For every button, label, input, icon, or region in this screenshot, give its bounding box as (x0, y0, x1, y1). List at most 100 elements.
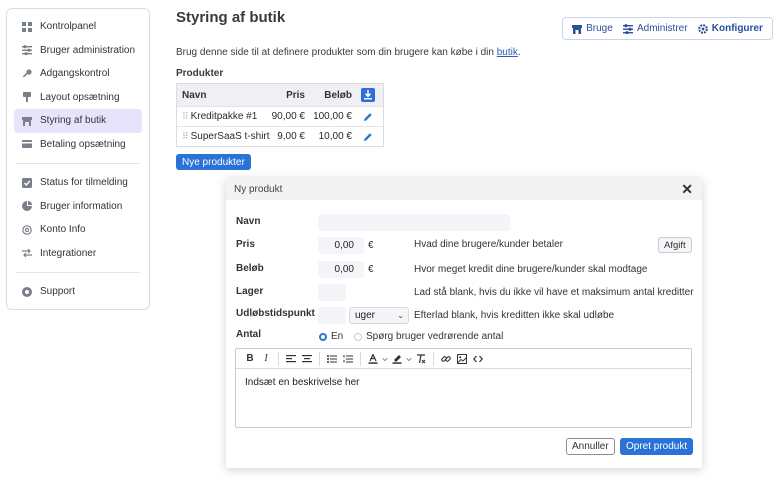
description-input[interactable]: Indsæt en beskrivelse her (236, 369, 691, 396)
manage-button[interactable]: Administrer (622, 23, 688, 34)
quantity-radio-one[interactable]: En (319, 331, 343, 342)
sidebar-item-integrationer[interactable]: Integrationer (14, 242, 142, 266)
drag-handle-icon[interactable]: ⠿ (182, 111, 189, 122)
download-icon (363, 90, 372, 100)
expiry-help: Efterlad blank, hvis kreditten ikke skal… (414, 310, 615, 321)
edit-button[interactable] (352, 132, 383, 142)
chevron-down-icon[interactable] (381, 351, 389, 367)
highlight-icon[interactable] (389, 351, 405, 367)
sidebar-divider (16, 272, 140, 273)
shop-link[interactable]: butik (497, 47, 518, 58)
price-field[interactable]: 0,00 (318, 237, 364, 254)
close-icon[interactable]: ✕ (681, 181, 693, 198)
code-icon[interactable] (470, 351, 486, 367)
pencil-icon (363, 132, 372, 141)
intro-text-body: Brug denne side til at definere produkte… (176, 47, 497, 58)
download-button[interactable] (360, 88, 375, 102)
products-heading: Produkter (176, 68, 224, 79)
column-header-name: Navn (182, 89, 207, 101)
sidebar-item-label: Integrationer (40, 247, 97, 259)
image-icon[interactable] (454, 351, 470, 367)
sidebar-item-label: Konto Info (40, 224, 86, 236)
sliders-icon (22, 45, 32, 56)
configure-button-label: Konfigurer (711, 23, 763, 34)
name-field[interactable] (318, 214, 510, 231)
bullet-list-icon[interactable] (324, 351, 340, 367)
product-amount: 10,00 € (318, 131, 352, 142)
product-name: Kreditpakke #1 (190, 111, 258, 122)
cancel-button[interactable]: Annuller (566, 438, 615, 455)
table-header: Navn Pris Beløb (177, 84, 383, 106)
use-button-label: Bruge (586, 23, 613, 34)
expiry-field[interactable] (318, 307, 346, 324)
product-amount: 100,00 € (313, 111, 352, 122)
radio-label: Spørg bruger vedrørende antal (366, 331, 504, 342)
brush-icon (22, 92, 32, 103)
sidebar-item-adgangskontrol[interactable]: Adgangskontrol (14, 62, 142, 86)
numbered-list-icon[interactable] (340, 351, 356, 367)
amount-help: Hvor meget kredit dine brugere/kunder sk… (414, 264, 648, 275)
create-product-button[interactable]: Opret produkt (620, 438, 694, 455)
sidebar-item-support[interactable]: Support (14, 280, 142, 304)
text-color-icon[interactable] (365, 351, 381, 367)
table-row: ⠿ Kreditpakke #1 90,00 € 100,00 € (177, 106, 383, 126)
sidebar-item-status[interactable]: Status for tilmelding (14, 171, 142, 195)
expiry-label: Udløbstidspunkt (236, 308, 315, 319)
name-label: Navn (236, 216, 261, 227)
align-center-icon[interactable] (299, 351, 315, 367)
at-icon (22, 224, 32, 235)
bold-icon[interactable]: B (242, 351, 258, 367)
chevron-down-icon: ⌄ (397, 311, 404, 320)
stock-label: Lager (236, 286, 264, 297)
intro-text-tail: . (517, 47, 521, 58)
intro-text: Brug denne side til at definere produkte… (176, 47, 521, 58)
sidebar-item-konto-info[interactable]: Konto Info (14, 218, 142, 242)
use-button[interactable]: Bruge (572, 23, 613, 34)
sidebar-item-label: Styring af butik (40, 115, 107, 127)
products-table: Navn Pris Beløb ⠿ Kreditpakke #1 90,00 € … (176, 83, 384, 147)
description-editor: B I Indsæt en beskrivelse her (235, 348, 692, 428)
sidebar-item-label: Layout opsætning (40, 91, 120, 103)
product-price: 90,00 € (271, 111, 305, 122)
modal-header: Ny produkt ✕ (226, 178, 702, 200)
page-title: Styring af butik (176, 9, 286, 26)
sidebar-item-kontrolpanel[interactable]: Kontrolpanel (14, 15, 142, 39)
header-button-group: Bruge Administrer Konfigurer (562, 17, 773, 40)
sidebar-item-bruger-information[interactable]: Bruger information (14, 195, 142, 219)
help-icon (22, 286, 32, 297)
price-help: Hvad dine brugere/kunder betaler (414, 239, 563, 250)
amount-unit: € (368, 264, 374, 275)
clear-format-icon[interactable] (413, 351, 429, 367)
product-name: SuperSaaS t-shirt (190, 131, 270, 142)
new-products-button[interactable]: Nye produkter (176, 154, 251, 170)
sidebar-item-label: Status for tilmelding (40, 177, 128, 189)
arrows-icon (22, 248, 32, 258)
edit-button[interactable] (352, 112, 383, 122)
modal-title: Ny produkt (234, 183, 283, 195)
italic-icon[interactable]: I (258, 351, 274, 367)
sidebar-item-label: Adgangskontrol (40, 68, 110, 80)
pie-chart-icon (22, 201, 32, 212)
checkbox-icon (22, 177, 32, 188)
align-left-icon[interactable] (283, 351, 299, 367)
tax-button[interactable]: Afgift (658, 237, 692, 253)
amount-field[interactable]: 0,00 (318, 261, 364, 278)
expiry-unit-select[interactable]: uger ⌄ (349, 307, 409, 324)
sidebar-item-label: Support (40, 286, 76, 298)
key-icon (22, 69, 32, 79)
sidebar-item-layout[interactable]: Layout opsætning (14, 86, 142, 110)
sidebar-item-styring-af-butik[interactable]: Styring af butik (14, 109, 142, 133)
column-header-amount: Beløb (324, 89, 352, 101)
link-icon[interactable] (438, 351, 454, 367)
drag-handle-icon[interactable]: ⠿ (182, 131, 189, 142)
stock-field[interactable] (318, 284, 346, 301)
configure-button[interactable]: Konfigurer (697, 23, 763, 34)
sidebar-item-bruger-administration[interactable]: Bruger administration (14, 39, 142, 63)
quantity-radio-ask[interactable]: Spørg bruger vedrørende antal (354, 331, 503, 342)
quantity-label: Antal (236, 329, 261, 340)
price-unit: € (368, 240, 374, 251)
chevron-down-icon[interactable] (405, 351, 413, 367)
sidebar-item-betaling[interactable]: Betaling opsætning (14, 133, 142, 157)
expiry-unit-value: uger (355, 310, 376, 321)
sidebar-item-label: Betaling opsætning (40, 138, 126, 150)
